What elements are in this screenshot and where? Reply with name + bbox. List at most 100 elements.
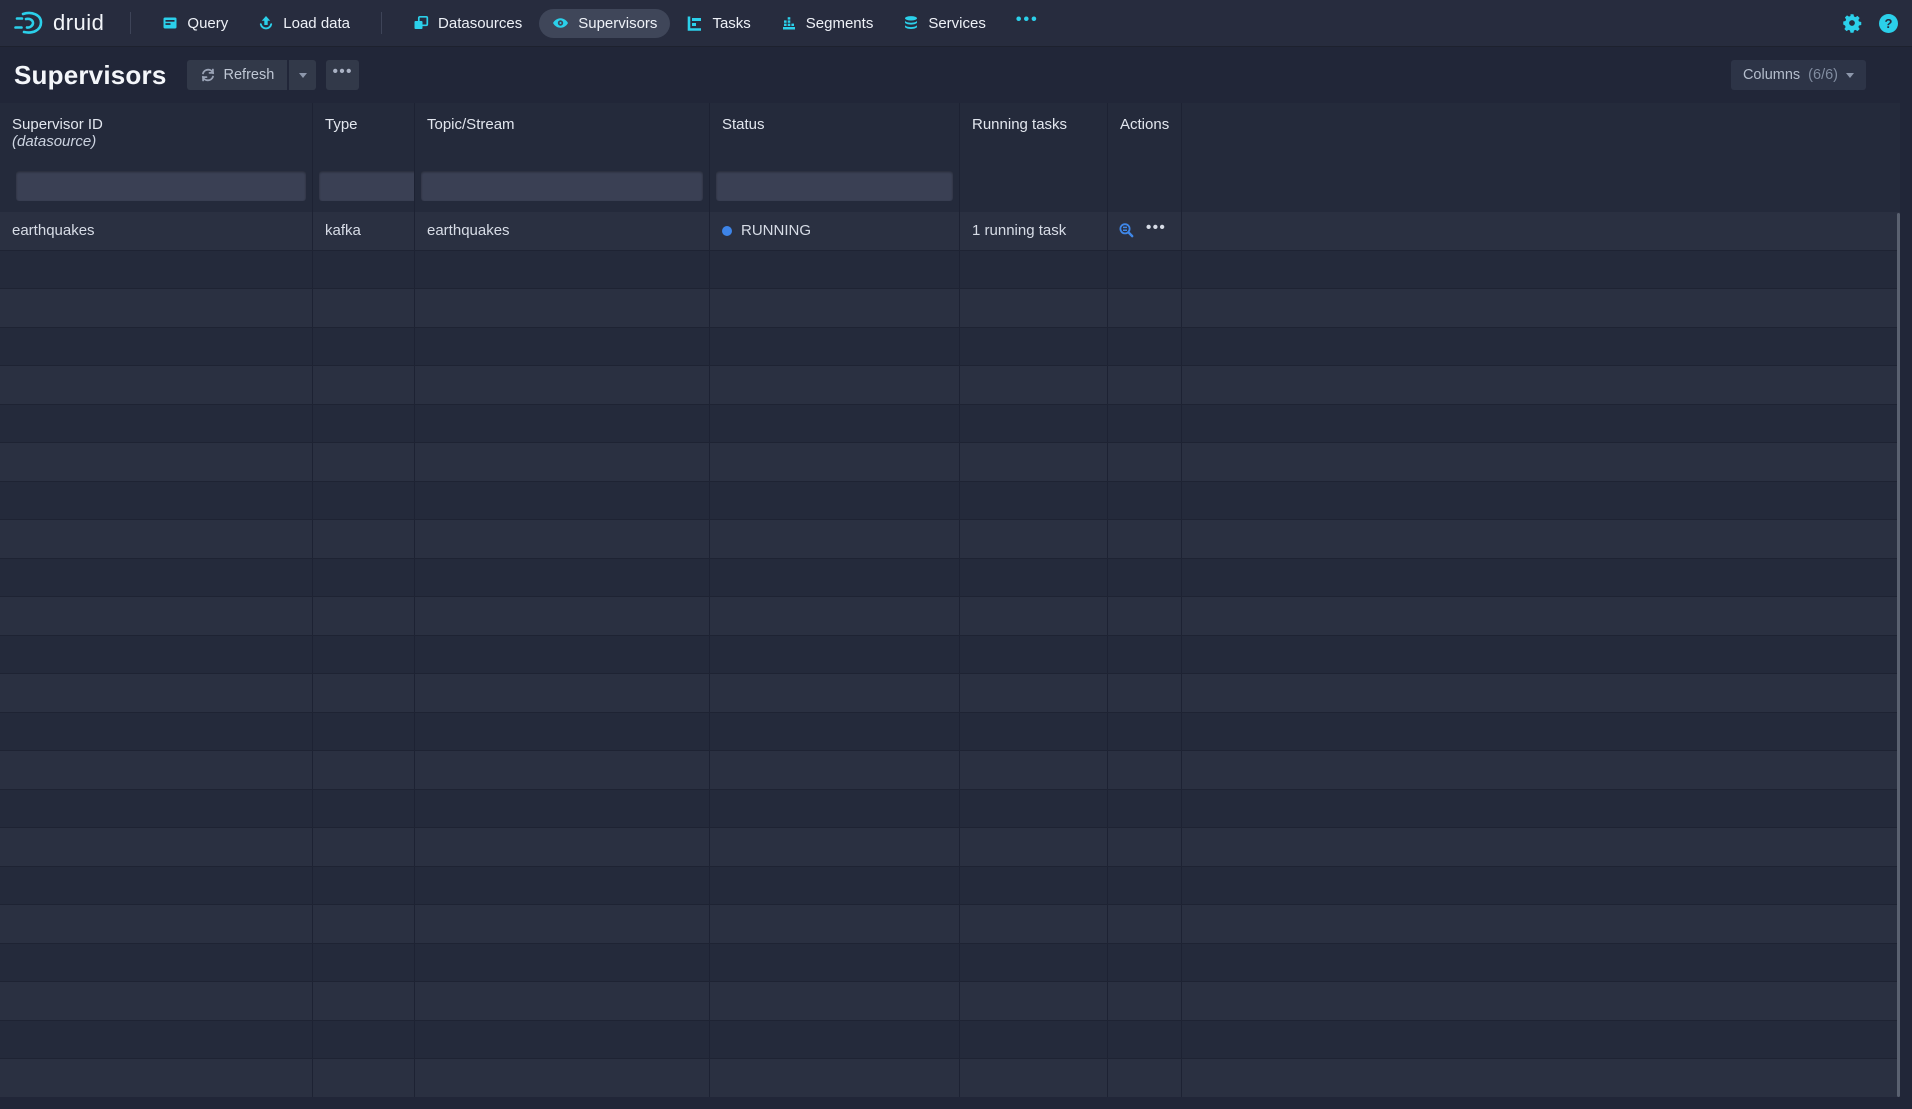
filler-cell [1182, 212, 1900, 250]
nav-item-supervisors[interactable]: Supervisors [539, 9, 670, 38]
table-row-empty [0, 1021, 1900, 1060]
table-cell [960, 905, 1108, 943]
table-cell [415, 405, 710, 443]
table-cell [313, 520, 415, 558]
app-logo[interactable]: druid [14, 10, 104, 36]
table-cell [0, 905, 313, 943]
caret-down-icon [1846, 73, 1854, 78]
nav-item-more[interactable]: ••• [1003, 5, 1052, 41]
table-cell [1182, 443, 1900, 481]
table-cell [1108, 944, 1182, 982]
table-cell [710, 520, 960, 558]
filter-cell [0, 160, 313, 212]
column-header-running-tasks[interactable]: Running tasks [960, 103, 1108, 160]
table-cell [960, 559, 1108, 597]
table-cell [710, 867, 960, 905]
table-cell [0, 405, 313, 443]
table-cell [415, 559, 710, 597]
nav-right-group: ? [1842, 13, 1898, 33]
table-cell [710, 790, 960, 828]
column-header-status[interactable]: Status [710, 103, 960, 160]
table-row-empty [0, 405, 1900, 444]
table-cell [710, 674, 960, 712]
table-cell [1182, 251, 1900, 289]
table-cell [0, 1021, 313, 1059]
table-cell [313, 1059, 415, 1097]
running-tasks-cell[interactable]: 1 running task [960, 212, 1108, 250]
gear-icon[interactable] [1842, 13, 1862, 33]
table-cell [960, 405, 1108, 443]
column-header-label: Running tasks [972, 116, 1107, 133]
table-body: earthquakes kafka earthquakes RUNNING 1 … [0, 212, 1900, 1097]
table-cell [710, 559, 960, 597]
table-cell [415, 636, 710, 674]
table-cell [1108, 328, 1182, 366]
table-cell [710, 828, 960, 866]
page-more-button[interactable]: ••• [326, 60, 359, 90]
refresh-button[interactable]: Refresh [187, 60, 288, 90]
help-icon[interactable]: ? [1879, 14, 1898, 33]
table-cell [313, 1021, 415, 1059]
row-more-actions-icon[interactable]: ••• [1146, 228, 1166, 234]
datasources-icon [413, 15, 429, 31]
nav-item-datasources[interactable]: Datasources [400, 9, 535, 38]
table-cell [960, 366, 1108, 404]
filter-cell [415, 160, 710, 212]
nav-item-tasks[interactable]: Tasks [674, 9, 763, 38]
table-cell [1108, 289, 1182, 327]
table-cell [415, 597, 710, 635]
caret-down-icon [299, 73, 307, 78]
table-row-empty [0, 289, 1900, 328]
table-cell [313, 751, 415, 789]
columns-dropdown[interactable]: Columns (6/6) [1731, 60, 1866, 90]
topic-stream-cell[interactable]: earthquakes [415, 212, 710, 250]
table-cell [1108, 443, 1182, 481]
nav-divider [381, 12, 382, 34]
columns-count: (6/6) [1808, 67, 1838, 83]
column-header-supervisor-id[interactable]: Supervisor ID (datasource) [0, 103, 313, 160]
nav-item-services[interactable]: Services [890, 9, 999, 38]
table-cell [960, 1021, 1108, 1059]
table-cell [1182, 559, 1900, 597]
supervisor-id-cell[interactable]: earthquakes [0, 212, 313, 250]
column-header-topic-stream[interactable]: Topic/Stream [415, 103, 710, 160]
vertical-scrollbar[interactable] [1897, 213, 1900, 1097]
table-cell [0, 366, 313, 404]
column-header-label: Topic/Stream [427, 116, 709, 133]
table-cell [1182, 944, 1900, 982]
table-cell [0, 828, 313, 866]
status-cell[interactable]: RUNNING [710, 212, 960, 250]
table-cell [960, 251, 1108, 289]
nav-item-query[interactable]: Query [149, 9, 241, 38]
type-filter-input[interactable] [319, 171, 415, 201]
table-cell [1108, 790, 1182, 828]
nav-item-label: Segments [806, 15, 874, 32]
column-header-label: Supervisor ID [12, 116, 312, 133]
nav-item-label: Query [187, 15, 228, 32]
table-cell [1182, 482, 1900, 520]
table-row-empty [0, 251, 1900, 290]
table-row-empty [0, 366, 1900, 405]
supervisor-id-filter-input[interactable] [16, 171, 306, 201]
table-row-empty [0, 828, 1900, 867]
table-row-empty [0, 443, 1900, 482]
table-cell [710, 328, 960, 366]
column-header-type[interactable]: Type [313, 103, 415, 160]
filter-cell [960, 160, 1108, 212]
table-cell [0, 674, 313, 712]
nav-item-segments[interactable]: Segments [768, 9, 887, 38]
table-cell [1108, 251, 1182, 289]
type-cell[interactable]: kafka [313, 212, 415, 250]
table-cell [1182, 751, 1900, 789]
topic-stream-filter-input[interactable] [421, 171, 703, 201]
nav-item-load-data[interactable]: Load data [245, 9, 363, 38]
table-cell [960, 636, 1108, 674]
table-cell [415, 520, 710, 558]
eye-icon [552, 15, 569, 31]
inspect-magnifier-icon[interactable] [1118, 222, 1135, 239]
nav-divider [130, 12, 131, 34]
refresh-options-button[interactable] [289, 60, 316, 90]
actions-cell: ••• [1108, 212, 1182, 250]
status-filter-input[interactable] [716, 171, 953, 201]
table-cell [1182, 405, 1900, 443]
